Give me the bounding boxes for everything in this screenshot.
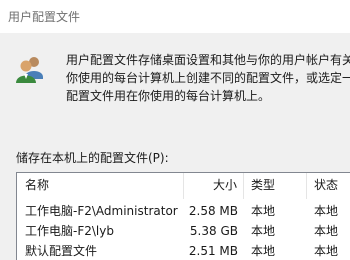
description-line: 配置文件用在你使用的每台计算机上。 [66,89,271,103]
profile-name: 默认配置文件 [25,244,98,258]
profile-status: 本地 [314,204,339,218]
title-bar[interactable]: 用户配置文件 [0,0,350,33]
profile-type: 本地 [251,244,276,258]
column-header-name[interactable]: 名称 [17,173,184,199]
profile-status: 本地 [314,244,339,258]
profiles-list-label: 储存在本机上的配置文件(P): [16,151,169,165]
column-header-status[interactable]: 状态 [307,173,350,199]
users-icon [14,53,46,85]
profile-name: 工作电脑-F2\Administrator [25,204,178,218]
table-row[interactable]: 默认配置文件 2.51 MB 本地 本地 [17,241,350,260]
user-profiles-dialog: 用户配置文件 用户配置文件存储桌面设置和其他与你的用户帐户有关 你使用的每台计算… [0,0,350,260]
description-line: 你使用的每台计算机上创建不同的配置文件，或选定一 [66,71,350,85]
profile-type: 本地 [251,224,276,238]
description-line: 用户配置文件存储桌面设置和其他与你的用户帐户有关 [66,53,350,67]
list-header: 名称 大小 类型 状态 [17,173,350,199]
profile-size: 5.38 GB [189,224,238,238]
profile-size: 2.58 MB [188,204,238,218]
table-row[interactable]: 工作电脑-F2\lyb 5.38 GB 本地 本地 [17,221,350,241]
profile-size: 2.51 MB [188,244,238,258]
table-row[interactable]: 工作电脑-F2\Administrator 2.58 MB 本地 本地 [17,201,350,221]
profile-name: 工作电脑-F2\lyb [25,224,114,238]
column-header-type[interactable]: 类型 [244,173,307,199]
profile-status: 本地 [314,224,339,238]
description-text: 用户配置文件存储桌面设置和其他与你的用户帐户有关 你使用的每台计算机上创建不同的… [66,51,350,105]
dialog-body: 用户配置文件存储桌面设置和其他与你的用户帐户有关 你使用的每台计算机上创建不同的… [0,33,350,260]
profile-type: 本地 [251,204,276,218]
profiles-list[interactable]: 名称 大小 类型 状态 工作电脑-F2\Administrator 2.58 M… [16,172,350,260]
window-title: 用户配置文件 [8,10,81,24]
column-header-size[interactable]: 大小 [184,173,244,199]
